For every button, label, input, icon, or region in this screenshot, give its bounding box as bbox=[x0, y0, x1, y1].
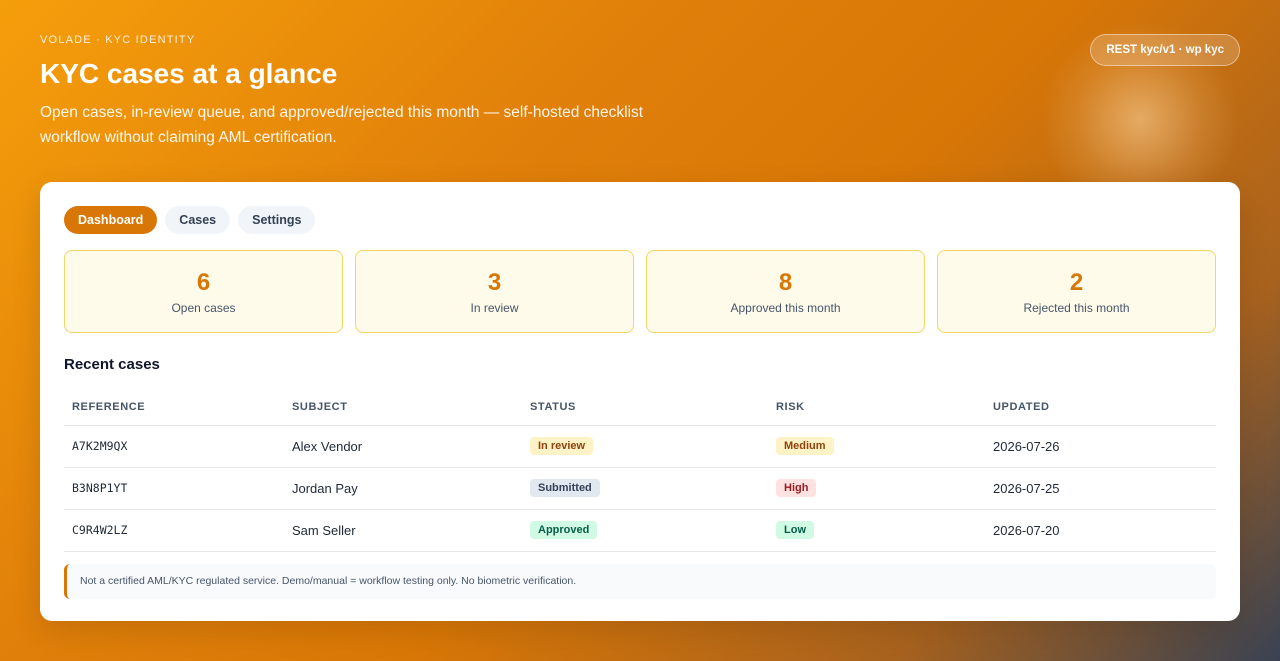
case-reference: B3N8P1YT bbox=[64, 467, 284, 510]
case-updated: 2026-07-25 bbox=[985, 467, 1216, 510]
tab-cases[interactable]: Cases bbox=[165, 206, 231, 234]
status-badge: In review bbox=[530, 437, 594, 455]
risk-cell: High bbox=[768, 467, 985, 510]
case-subject: Sam Seller bbox=[284, 509, 522, 552]
api-endpoint-pill: REST kyc/v1 · wp kyc bbox=[1090, 34, 1240, 66]
stat-approved-month: 8 Approved this month bbox=[646, 250, 925, 333]
column-header-updated: UPDATED bbox=[985, 389, 1216, 426]
stat-label: Approved this month bbox=[730, 300, 841, 315]
status-badge: Approved bbox=[530, 521, 598, 539]
case-updated: 2026-07-20 bbox=[985, 509, 1216, 552]
tab-settings[interactable]: Settings bbox=[238, 206, 316, 234]
stats-row: 6 Open cases 3 In review 8 Approved this… bbox=[64, 250, 1216, 333]
risk-cell: Medium bbox=[768, 425, 985, 468]
case-subject: Alex Vendor bbox=[284, 425, 522, 468]
status-cell: In review bbox=[522, 425, 768, 468]
recent-cases-table: REFERENCE SUBJECT STATUS RISK UPDATED A7… bbox=[64, 389, 1216, 552]
page-title: KYC cases at a glance bbox=[40, 58, 338, 89]
column-header-reference: REFERENCE bbox=[64, 389, 284, 426]
stat-label: Open cases bbox=[171, 300, 236, 315]
recent-cases-title: Recent cases bbox=[64, 356, 160, 373]
status-badge: Submitted bbox=[530, 479, 600, 497]
stat-label: Rejected this month bbox=[1023, 300, 1130, 315]
status-cell: Approved bbox=[522, 509, 768, 552]
stat-value: 3 bbox=[487, 268, 502, 296]
case-reference: C9R4W2LZ bbox=[64, 509, 284, 552]
table-row[interactable]: A7K2M9QX Alex Vendor In review Medium 20… bbox=[64, 425, 1216, 468]
stat-value: 2 bbox=[1069, 268, 1084, 296]
column-header-status: STATUS bbox=[522, 389, 768, 426]
stat-value: 6 bbox=[196, 268, 211, 296]
risk-badge: High bbox=[776, 479, 817, 497]
stat-value: 8 bbox=[778, 268, 793, 296]
risk-cell: Low bbox=[768, 509, 985, 552]
case-updated: 2026-07-26 bbox=[985, 425, 1216, 468]
stat-rejected-month: 2 Rejected this month bbox=[937, 250, 1216, 333]
table-header-row: REFERENCE SUBJECT STATUS RISK UPDATED bbox=[64, 389, 1216, 426]
column-header-subject: SUBJECT bbox=[284, 389, 522, 426]
case-subject: Jordan Pay bbox=[284, 467, 522, 510]
table-row[interactable]: B3N8P1YT Jordan Pay Submitted High 2026-… bbox=[64, 467, 1216, 510]
table-row[interactable]: C9R4W2LZ Sam Seller Approved Low 2026-07… bbox=[64, 509, 1216, 552]
tab-bar: Dashboard Cases Settings bbox=[64, 206, 1216, 234]
page-subtitle: Open cases, in-review queue, and approve… bbox=[40, 104, 644, 146]
risk-badge: Low bbox=[776, 521, 814, 539]
tab-dashboard[interactable]: Dashboard bbox=[64, 206, 158, 234]
risk-badge: Medium bbox=[776, 437, 834, 455]
stat-label: In review bbox=[470, 300, 519, 315]
stat-in-review: 3 In review bbox=[355, 250, 634, 333]
disclaimer-note: Not a certified AML/KYC regulated servic… bbox=[64, 563, 1216, 599]
status-cell: Submitted bbox=[522, 467, 768, 510]
dashboard-card: Dashboard Cases Settings 6 Open cases 3 … bbox=[40, 182, 1240, 621]
case-reference: A7K2M9QX bbox=[64, 425, 284, 468]
stat-open-cases: 6 Open cases bbox=[64, 250, 343, 333]
eyebrow-label: VOLADE · KYC IDENTITY bbox=[40, 34, 196, 46]
column-header-risk: RISK bbox=[768, 389, 985, 426]
